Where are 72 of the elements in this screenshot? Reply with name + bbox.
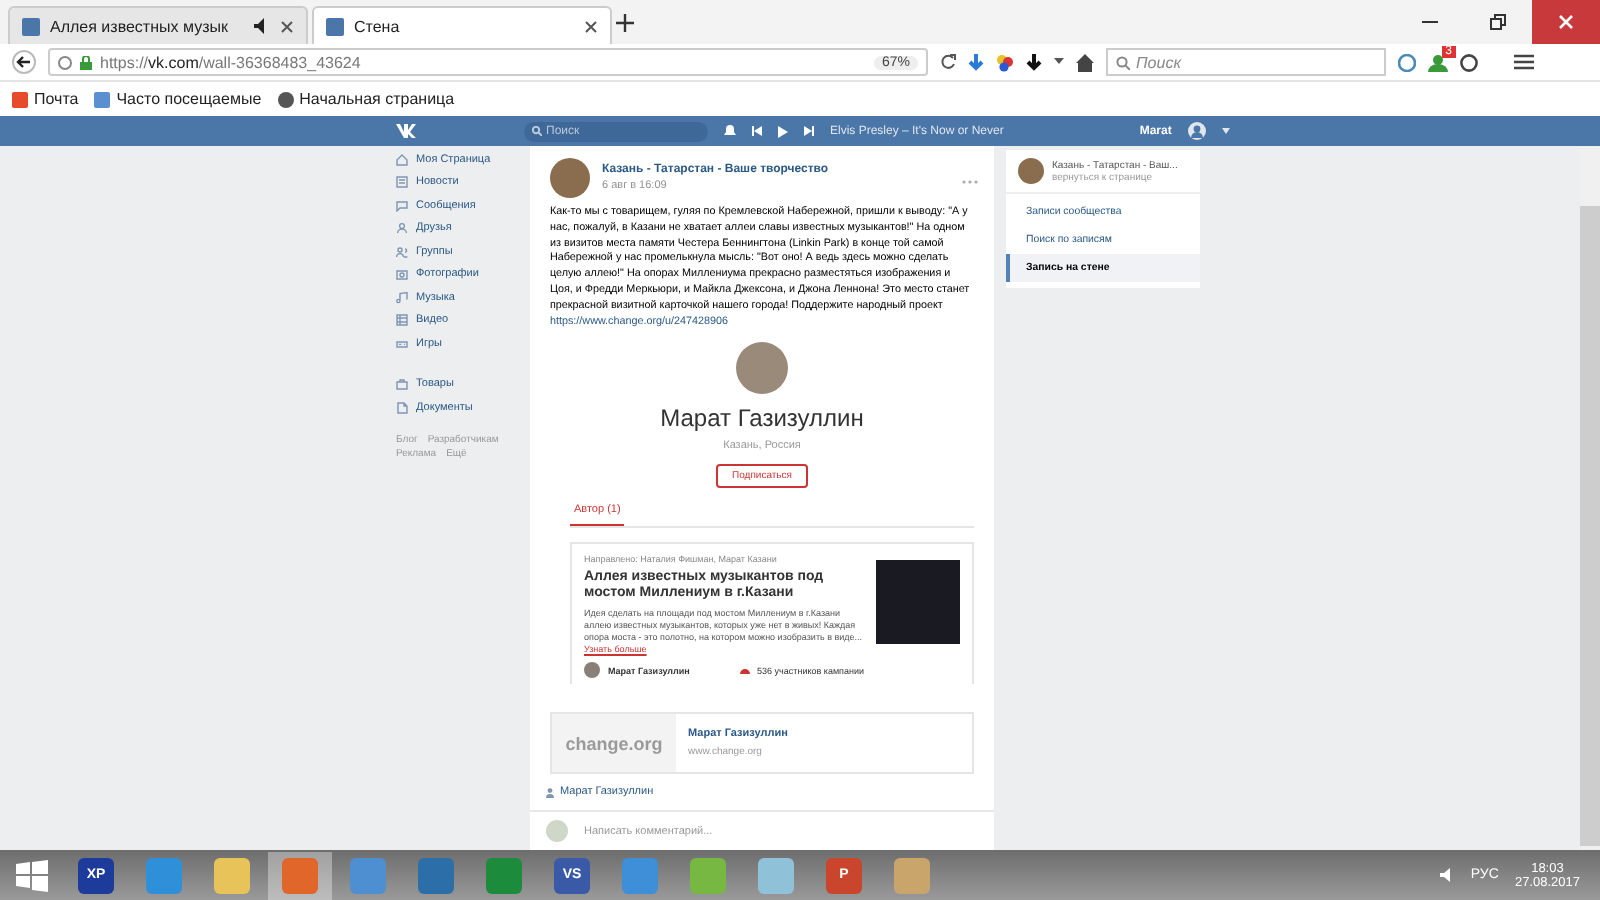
app-icon	[282, 857, 318, 893]
news-icon	[396, 176, 408, 189]
extension-icon[interactable]	[996, 53, 1014, 71]
home-icon[interactable]	[1076, 53, 1094, 71]
site-icon	[22, 17, 40, 35]
friend-icon	[396, 222, 408, 235]
profile-name: Марат Газизуллин	[660, 404, 864, 433]
author-avatar	[584, 662, 600, 679]
profile-photo	[736, 342, 788, 395]
search-field[interactable]: Поиск	[1106, 48, 1386, 76]
close-icon[interactable]	[280, 19, 294, 33]
caret-icon[interactable]	[1054, 58, 1064, 66]
vk-logo-icon[interactable]	[396, 124, 420, 138]
close-icon	[1558, 14, 1574, 30]
app-icon	[486, 857, 522, 893]
app-icon	[758, 857, 794, 893]
site-logo: change.org	[552, 714, 676, 773]
bookmark-link[interactable]: Часто посещаемые	[94, 90, 262, 108]
group-avatar[interactable]	[1018, 158, 1044, 184]
music-icon	[396, 291, 408, 304]
doc-icon	[396, 401, 408, 414]
app-icon	[690, 857, 726, 893]
bookmark-icon	[12, 91, 28, 107]
video-icon	[396, 314, 408, 327]
app-icon	[418, 857, 454, 893]
group-icon	[396, 245, 408, 258]
petition-card[interactable]	[570, 542, 974, 685]
browser-tab[interactable]: Аллея известных музык	[8, 6, 308, 44]
previous-icon[interactable]	[752, 126, 762, 136]
lock-icon	[80, 55, 92, 69]
minimize-icon	[1422, 20, 1438, 24]
pocket-icon[interactable]	[1398, 53, 1416, 71]
restore-icon	[1490, 14, 1506, 30]
person-icon	[546, 787, 554, 798]
home-icon	[396, 153, 408, 166]
game-icon	[396, 337, 408, 350]
photo-icon	[396, 268, 408, 281]
app-icon	[350, 857, 386, 893]
app-icon	[622, 857, 658, 893]
back-icon[interactable]	[12, 50, 36, 74]
info-icon	[58, 55, 72, 69]
bookmark-icon	[277, 91, 294, 107]
menu-icon[interactable]	[1514, 54, 1534, 70]
next-icon[interactable]	[804, 126, 814, 136]
group-avatar[interactable]	[550, 158, 590, 198]
chat-icon	[396, 199, 408, 212]
app-icon	[214, 857, 250, 893]
reload-icon[interactable]	[940, 54, 956, 70]
taskbar-app[interactable]	[268, 851, 332, 899]
search-icon	[1116, 55, 1130, 69]
bookmark-link[interactable]: Почта	[12, 90, 79, 108]
bag-icon	[396, 378, 408, 391]
speaker-icon[interactable]	[254, 18, 270, 34]
search-icon	[532, 126, 542, 136]
photo-placeholder	[876, 560, 960, 645]
caret-icon[interactable]	[1221, 128, 1230, 134]
app-icon	[146, 857, 182, 893]
browser-tab[interactable]: Стена	[312, 6, 612, 44]
site-icon	[326, 17, 344, 35]
bell-icon[interactable]	[724, 124, 736, 138]
user-avatar	[546, 820, 568, 843]
sync-icon[interactable]	[1460, 53, 1478, 71]
close-button[interactable]	[1532, 0, 1600, 44]
bookmark-link[interactable]: Начальная страница	[277, 90, 455, 108]
app-icon	[894, 857, 930, 893]
download-icon[interactable]	[1026, 53, 1042, 71]
new-tab-icon[interactable]	[616, 13, 634, 31]
avatar-icon[interactable]	[1187, 122, 1206, 140]
close-icon[interactable]	[584, 19, 598, 33]
bookmark-icon	[94, 91, 111, 107]
play-icon[interactable]	[778, 125, 788, 137]
url-text: https://vk.com/wall-36368483_43624	[100, 53, 361, 71]
